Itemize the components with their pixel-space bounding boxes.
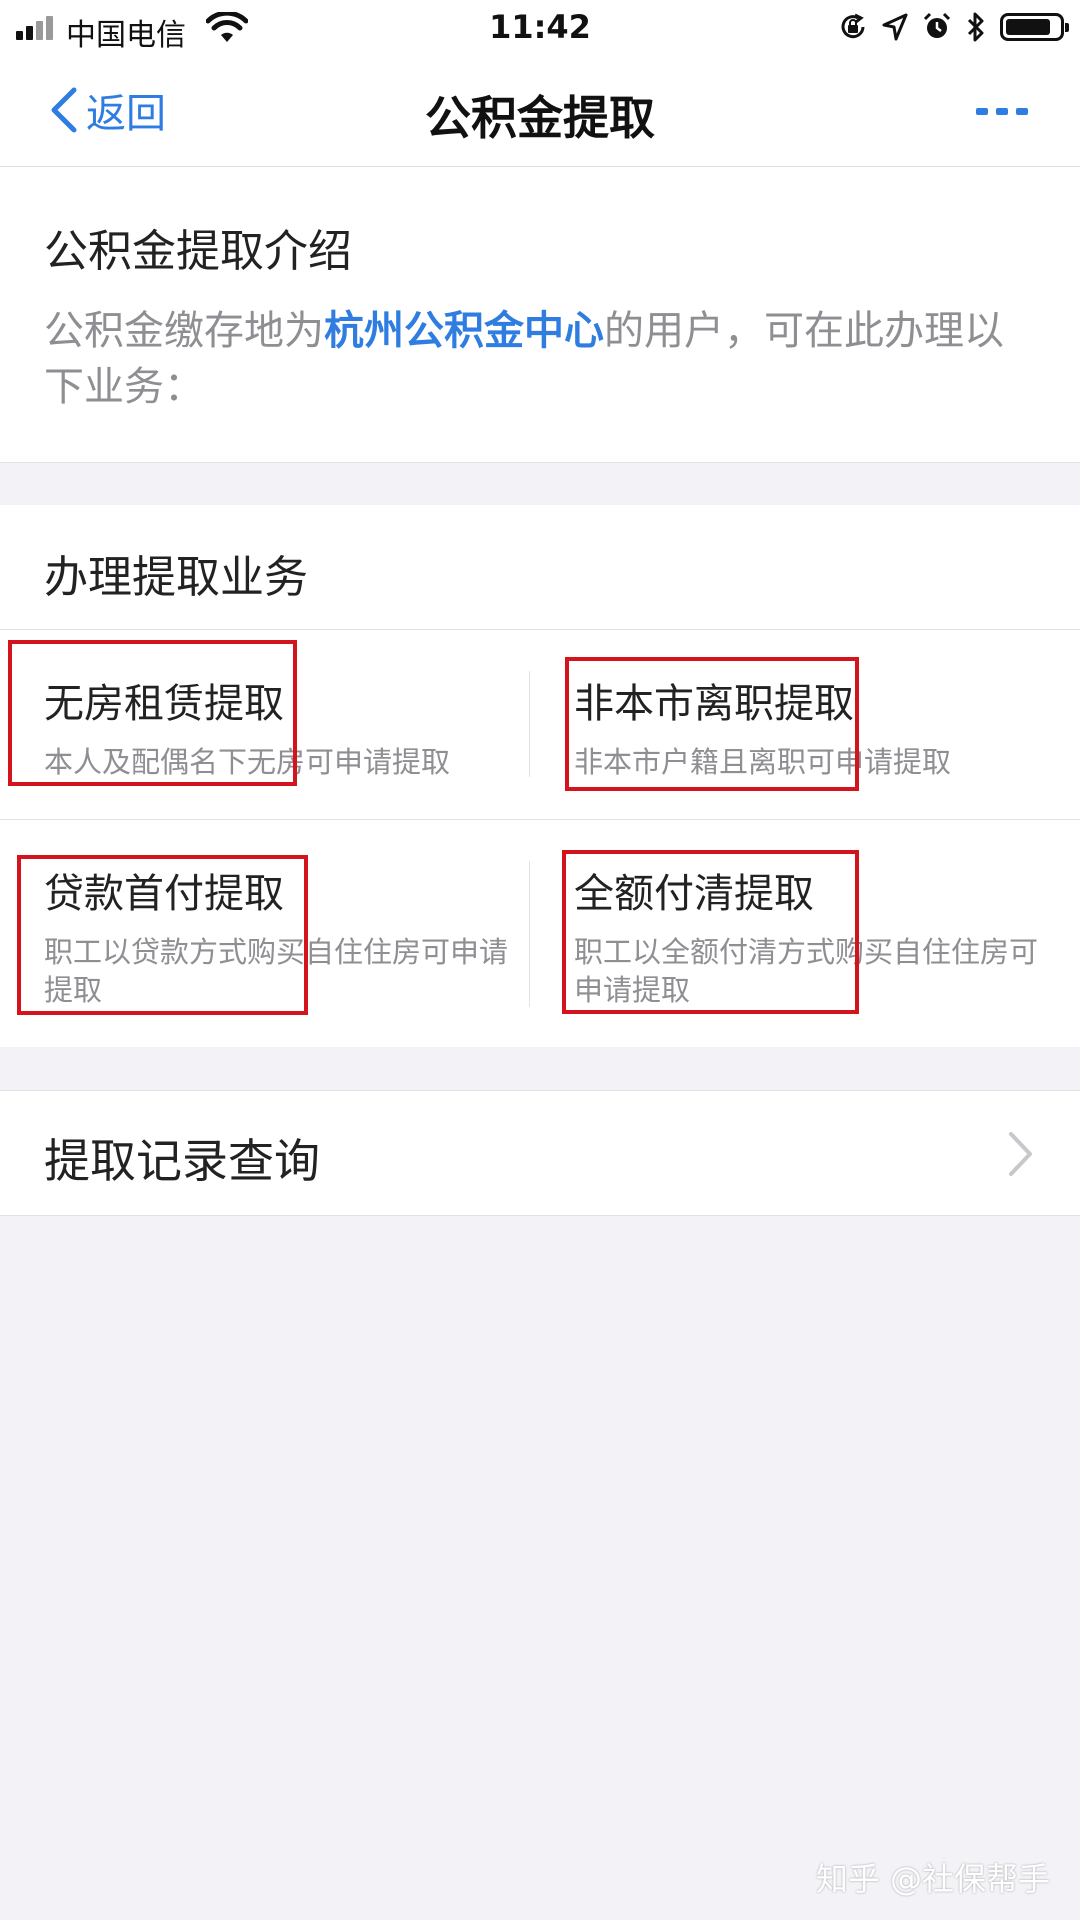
service-description: 职工以贷款方式购买自住住房可申请提取: [44, 935, 509, 1007]
service-loan-down-payment[interactable]: 贷款首付提取 职工以贷款方式购买自住住房可申请提取: [44, 861, 514, 1009]
service-full-payment[interactable]: 全额付清提取 职工以全额付清方式购买自住住房可申请提取: [574, 861, 1044, 1009]
center-name-link[interactable]: 杭州公积金中心: [324, 308, 604, 354]
intro-desc-prefix: 公积金缴存地为: [44, 308, 324, 354]
divider: [0, 629, 1080, 630]
rotation-lock-icon: [841, 13, 865, 39]
services-title: 办理提取业务: [44, 552, 308, 603]
service-nonlocal-resignation[interactable]: 非本市离职提取 非本市户籍且离职可申请提取: [574, 671, 1044, 781]
status-bar: 中国电信 11:42: [0, 0, 1080, 56]
nav-bar: 返回 公积金提取: [0, 56, 1080, 167]
more-icon[interactable]: [976, 102, 1028, 122]
services-section: 办理提取业务 无房租赁提取 本人及配偶名下无房可申请提取 非本市离职提取 非本市…: [0, 505, 1080, 1047]
service-name: 全额付清提取: [574, 871, 814, 917]
page-title: 公积金提取: [425, 91, 655, 145]
intro-description: 公积金缴存地为杭州公积金中心的用户，可在此办理以下业务：: [44, 303, 1034, 415]
records-label: 提取记录查询: [44, 1134, 320, 1188]
divider: [529, 671, 530, 777]
service-description: 非本市户籍且离职可申请提取: [574, 745, 952, 779]
alarm-icon: [923, 12, 951, 38]
intro-title: 公积金提取介绍: [44, 226, 352, 277]
service-name: 非本市离职提取: [574, 681, 854, 727]
service-no-house-rental[interactable]: 无房租赁提取 本人及配偶名下无房可申请提取: [44, 671, 514, 781]
divider: [529, 861, 530, 1007]
location-icon: [882, 13, 908, 41]
service-description: 本人及配偶名下无房可申请提取: [44, 745, 451, 779]
intro-section: 公积金提取介绍 公积金缴存地为杭州公积金中心的用户，可在此办理以下业务：: [0, 167, 1080, 463]
battery-icon: [1000, 13, 1069, 41]
withdrawal-records-row[interactable]: 提取记录查询: [0, 1090, 1080, 1216]
divider: [0, 819, 1080, 820]
service-name: 无房租赁提取: [44, 681, 284, 727]
bluetooth-icon: [967, 12, 984, 42]
service-description: 职工以全额付清方式购买自住住房可申请提取: [574, 935, 1039, 1007]
watermark: 知乎 @社保帮手: [815, 1860, 1050, 1898]
service-name: 贷款首付提取: [44, 871, 284, 917]
chevron-right-icon: [1009, 1132, 1032, 1176]
